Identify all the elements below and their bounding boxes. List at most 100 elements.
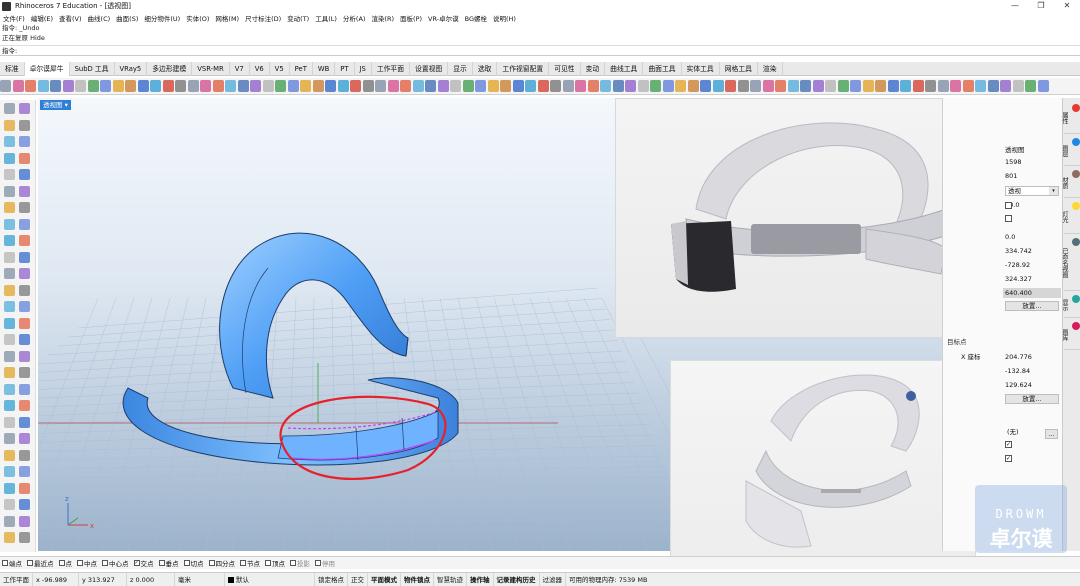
toolbar-button-icon[interactable] <box>312 80 324 92</box>
tool-icon[interactable] <box>4 416 15 428</box>
toolbar-tab[interactable]: 网格工具 <box>720 62 758 76</box>
status-toggle[interactable]: 记录建构历史 <box>494 572 540 586</box>
tool-icon[interactable] <box>19 202 30 213</box>
toolbar-button-icon[interactable] <box>0 80 11 92</box>
toolbar-button-icon[interactable] <box>1012 80 1024 92</box>
toolbar-button-icon[interactable] <box>787 80 799 92</box>
toolbar-button-icon[interactable] <box>887 80 899 92</box>
viewport-title-tab[interactable]: 透视图 ▾ <box>40 100 71 110</box>
tool-icon[interactable] <box>19 169 30 180</box>
tool-icon[interactable] <box>19 251 30 263</box>
tool-icon[interactable] <box>4 103 15 114</box>
menu-item[interactable]: 网格(M) <box>215 13 239 23</box>
background-dropdown[interactable]: (无) <box>1005 428 1049 438</box>
toolbar-button-icon[interactable] <box>1000 80 1011 92</box>
menu-item[interactable]: 渲染(R) <box>371 13 394 23</box>
checkbox[interactable] <box>290 560 296 566</box>
menu-item[interactable]: 工具(L) <box>315 13 337 23</box>
place-button[interactable]: 放置... <box>1005 301 1059 311</box>
toolbar-tab[interactable]: 可见性 <box>549 62 581 76</box>
toolbar-tab[interactable]: V6 <box>250 62 270 76</box>
toolbar-button-icon[interactable] <box>625 80 636 92</box>
tool-icon[interactable] <box>4 400 15 411</box>
toolbar-button-icon[interactable] <box>562 80 574 92</box>
menu-item[interactable]: 查看(V) <box>59 13 82 23</box>
toolbar-tab[interactable]: 实体工具 <box>682 62 720 76</box>
tool-icon[interactable] <box>19 268 30 279</box>
property-value[interactable]: 324.327 <box>1005 274 1032 284</box>
right-tab[interactable]: 显示 <box>1061 293 1080 318</box>
toolbar-tab[interactable]: 显示 <box>448 62 473 76</box>
right-tab[interactable]: 属性 <box>1061 102 1080 134</box>
right-tab[interactable]: 图层 <box>1061 136 1080 166</box>
tool-icon[interactable] <box>4 202 15 213</box>
checkbox[interactable] <box>2 560 8 566</box>
toolbar-button-icon[interactable] <box>462 80 474 92</box>
menu-item[interactable]: 文件(F) <box>3 13 25 23</box>
menu-item[interactable]: 尺寸标注(D) <box>245 13 281 23</box>
toolbar-button-icon[interactable] <box>1037 80 1049 92</box>
toolbar-button-icon[interactable] <box>75 80 86 92</box>
toolbar-button-icon[interactable] <box>262 80 274 92</box>
osnap-0[interactable]: 端点 <box>2 558 22 568</box>
tool-icon[interactable] <box>4 136 15 147</box>
toolbar-button-icon[interactable] <box>600 80 611 92</box>
toolbar-tab[interactable]: VRay5 <box>115 62 148 76</box>
toolbar-button-icon[interactable] <box>87 80 99 92</box>
right-tab[interactable]: 灯光 <box>1061 200 1080 234</box>
tool-icon[interactable] <box>19 235 30 246</box>
tool-icon[interactable] <box>19 136 30 147</box>
osnap-6[interactable]: 垂点 <box>158 558 179 568</box>
tool-icon[interactable] <box>4 350 15 362</box>
checkbox[interactable] <box>58 560 65 566</box>
toolbar-button-icon[interactable] <box>800 80 811 92</box>
property-value[interactable]: 透视图 <box>1005 145 1025 155</box>
toolbar-button-icon[interactable] <box>925 80 936 92</box>
tool-icon[interactable] <box>4 152 15 164</box>
tool-icon[interactable] <box>19 301 30 312</box>
tool-icon[interactable] <box>19 532 30 543</box>
property-value[interactable]: 334.742 <box>1005 246 1032 256</box>
toolbar-button-icon[interactable] <box>200 80 211 92</box>
toolbar-button-icon[interactable] <box>25 80 36 92</box>
toolbar-tab[interactable]: 工作平面 <box>372 62 411 76</box>
tool-icon[interactable] <box>4 433 15 444</box>
right-tab[interactable]: 已命名视图 <box>1061 236 1080 291</box>
property-value[interactable]: -728.92 <box>1005 260 1030 270</box>
tool-icon[interactable] <box>4 235 15 246</box>
menu-item[interactable]: 细分物件(U) <box>144 13 180 23</box>
toolbar-button-icon[interactable] <box>975 80 986 92</box>
toolbar-button-icon[interactable] <box>512 80 524 92</box>
status-layer[interactable]: 默认 <box>225 572 315 586</box>
toolbar-button-icon[interactable] <box>112 80 124 92</box>
checkbox[interactable] <box>27 560 33 566</box>
tool-icon[interactable] <box>19 367 30 378</box>
locked-checkbox[interactable] <box>1005 215 1012 222</box>
toolbar-button-icon[interactable] <box>437 80 449 92</box>
toolbar-button-icon[interactable] <box>900 80 911 92</box>
toolbar-tab[interactable]: 卓尔谟犀牛 <box>24 62 70 76</box>
toolbar-button-icon[interactable] <box>337 80 349 92</box>
osnap-5[interactable]: ✓ 交点 <box>133 558 154 568</box>
menu-item[interactable]: 分析(A) <box>343 13 366 23</box>
tool-icon[interactable] <box>19 383 30 395</box>
osnap-11[interactable]: 投影 <box>290 558 310 568</box>
menu-item[interactable]: 说明(H) <box>493 13 516 23</box>
property-value[interactable]: 0.0 <box>1005 232 1015 242</box>
toolbar-button-icon[interactable] <box>637 80 649 92</box>
toolbar-button-icon[interactable] <box>650 80 661 92</box>
toolbar-button-icon[interactable] <box>862 80 874 92</box>
status-toggle[interactable]: 正交 <box>348 572 368 586</box>
osnap-10[interactable]: 顶点 <box>265 558 285 568</box>
toolbar-button-icon[interactable] <box>225 80 236 92</box>
checkbox[interactable] <box>265 560 271 566</box>
tool-icon[interactable] <box>19 350 30 362</box>
right-tab[interactable]: 图库 <box>1061 320 1080 350</box>
checkbox[interactable] <box>158 560 165 566</box>
status-toggle[interactable]: 平面模式 <box>368 572 401 586</box>
tool-icon[interactable] <box>19 449 30 461</box>
toolbar-button-icon[interactable] <box>575 80 586 92</box>
toolbar-button-icon[interactable] <box>400 80 411 92</box>
tool-icon[interactable] <box>4 334 15 345</box>
toolbar-button-icon[interactable] <box>12 80 24 92</box>
